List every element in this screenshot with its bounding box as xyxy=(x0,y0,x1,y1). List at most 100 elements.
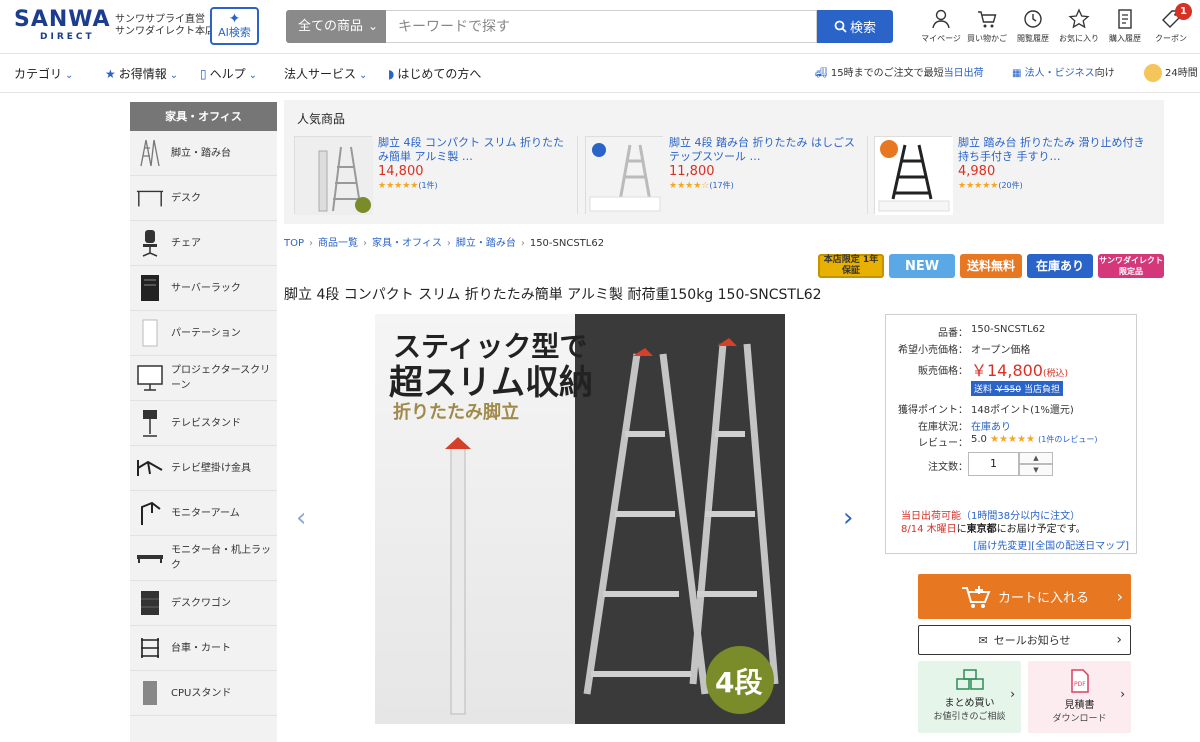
sidebar-item-label: プロジェクタースクリーン xyxy=(171,365,271,391)
favorites-link[interactable]: お気に入り xyxy=(1056,8,1102,44)
review-score: 5.0 xyxy=(971,434,987,445)
review-count-link[interactable]: (1件のレビュー) xyxy=(1038,435,1097,444)
sidebar-item-tv-stand[interactable]: テレビスタンド xyxy=(130,401,277,446)
breadcrumb-separator: › xyxy=(446,238,451,249)
sidebar-item-label: モニターアーム xyxy=(171,507,240,519)
image-headline: 超スリム収納 xyxy=(389,363,593,403)
popular-product-card[interactable]: 脚立 踏み台 折りたたみ 滑り止め付き持ち手付き 手すり… 4,980 ★★★★… xyxy=(874,136,1154,215)
sidebar-item-server-rack[interactable]: サーバーラック xyxy=(130,266,277,311)
sidebar-item-cpu-stand[interactable]: CPUスタンド xyxy=(130,671,277,716)
sidebar-item-desk[interactable]: デスク xyxy=(130,176,277,221)
support-hours[interactable]: 24時間 xyxy=(1144,55,1198,93)
sidebar-item-label: デスク xyxy=(171,192,201,204)
chevron-right-icon: › xyxy=(1116,587,1123,606)
sidebar-item-label: 脚立・踏み台 xyxy=(171,147,231,159)
nav-business[interactable]: 法人サービス ⌄ xyxy=(284,55,367,93)
delivery-date: 8/14 木曜日 xyxy=(901,524,957,535)
delivery-map-link[interactable]: [全国の配送日マップ] xyxy=(1031,541,1129,552)
nav-category[interactable]: カテゴリ ⌄ xyxy=(14,55,73,93)
breadcrumb-link[interactable]: TOP xyxy=(284,238,304,249)
quantity-up-button[interactable]: ▲ xyxy=(1019,452,1053,464)
sidebar-item-projector-screen[interactable]: プロジェクタースクリーン xyxy=(130,356,277,401)
delivery-links: [届け先変更][全国の配送日マップ] xyxy=(973,537,1129,552)
free-shipping-badge: 送料無料 xyxy=(960,254,1022,278)
history-link[interactable]: 閲覧履歴 xyxy=(1010,8,1056,44)
review-count[interactable]: (20件) xyxy=(998,181,1022,190)
bulk-purchase-button[interactable]: まとめ買い お値引きのご相談 › xyxy=(918,661,1021,733)
review-stars: ★★★★★ xyxy=(990,434,1035,445)
breadcrumb-separator: › xyxy=(309,238,314,249)
server-rack-thumb xyxy=(136,273,164,303)
quote-download-button[interactable]: PDF 見積書 ダウンロード › xyxy=(1028,661,1131,733)
chevron-down-icon: ⌄ xyxy=(65,70,74,81)
product-badges: 本店限定 1年保証 NEW 送料無料 在庫あり サンワダイレクト 限定品 xyxy=(818,254,1164,278)
product-thumbnail[interactable] xyxy=(585,136,664,215)
popular-product-card[interactable]: 脚立 4段 コンパクト スリム 折りたたみ簡単 アルミ製 … 14,800 ★★… xyxy=(294,136,574,215)
ai-search-button[interactable]: ✦ AI検索 xyxy=(210,7,259,45)
image-headline: スティック型で xyxy=(393,330,587,363)
breadcrumb-link[interactable]: 脚立・踏み台 xyxy=(456,238,516,249)
popular-product-card[interactable]: 脚立 4段 踏み台 折りたたみ はしごステップスツール … 11,800 ★★★… xyxy=(585,136,865,215)
shipping-notice[interactable]: 🚚︎ 15時までのご注文で最短当日出荷 xyxy=(815,55,984,93)
search-input[interactable] xyxy=(386,10,817,43)
monitor-arm-thumb xyxy=(136,498,164,528)
coupon-link[interactable]: クーポン 1 xyxy=(1148,3,1194,44)
search-category-select[interactable]: 全ての商品 ⌄ xyxy=(286,10,386,43)
prev-image-arrow[interactable]: ‹ xyxy=(296,503,306,533)
sidebar-item-cart[interactable]: 台車・カート xyxy=(130,626,277,671)
site-logo[interactable]: SANWA DIRECT xyxy=(10,8,110,43)
sidebar-item-chair[interactable]: チェア xyxy=(130,221,277,266)
purchase-history-link[interactable]: 購入履歴 xyxy=(1102,8,1148,44)
product-main-image[interactable]: スティック型で 超スリム収納 折りたたみ脚立 4段 xyxy=(375,314,785,724)
nav-help[interactable]: ▯ ヘルプ ⌄ xyxy=(200,55,257,93)
search-button[interactable]: 検索 xyxy=(817,10,893,43)
sidebar-item-label: チェア xyxy=(171,237,201,249)
chair-thumb xyxy=(136,228,164,258)
nav-beginners[interactable]: ◗ はじめての方へ xyxy=(388,55,481,93)
svg-text:PDF: PDF xyxy=(1074,681,1086,688)
product-name-link[interactable]: 脚立 4段 コンパクト スリム 折りたたみ簡単 アルミ製 … xyxy=(378,136,568,164)
review-count[interactable]: (17件) xyxy=(709,181,733,190)
sidebar-item-tv-wall-mount[interactable]: テレビ壁掛け金具 xyxy=(130,446,277,491)
product-thumbnail[interactable] xyxy=(874,136,953,215)
review-count[interactable]: (1件) xyxy=(418,181,437,190)
cart-thumb xyxy=(136,633,164,663)
quantity-down-button[interactable]: ▼ xyxy=(1019,464,1053,476)
category-sidebar: 家具・オフィス 脚立・踏み台 デスク チェア サーバーラック パーテーション プ… xyxy=(130,102,277,742)
nav-business-label: 法人サービス xyxy=(284,67,357,81)
product-rating: ★★★★★(1件) xyxy=(378,180,438,191)
in-stock-badge: 在庫あり xyxy=(1027,254,1093,278)
change-destination-link[interactable]: [届け先変更] xyxy=(973,541,1031,552)
sidebar-item-label: デスクワゴン xyxy=(171,597,231,609)
nav-beginners-label: はじめての方へ xyxy=(397,67,482,81)
cart-link[interactable]: 買い物かご xyxy=(964,8,1010,44)
cart-label: 買い物かご xyxy=(967,34,1007,43)
breadcrumb-link[interactable]: 家具・オフィス xyxy=(372,238,442,249)
sidebar-item-partition[interactable]: パーテーション xyxy=(130,311,277,356)
sale-notify-button[interactable]: ✉︎ セールお知らせ › xyxy=(918,625,1131,655)
price-tax: (税込) xyxy=(1043,369,1069,379)
sidebar-item-ladder[interactable]: 脚立・踏み台 xyxy=(130,131,277,176)
product-name-link[interactable]: 脚立 4段 踏み台 折りたたみ はしごステップスツール … xyxy=(669,136,859,164)
rating-stars: ★★★★☆ xyxy=(669,181,710,191)
business-link[interactable]: ▦ 法人・ビジネス向け xyxy=(1012,55,1115,93)
sidebar-item-desk-wagon[interactable]: デスクワゴン xyxy=(130,581,277,626)
next-image-arrow[interactable]: › xyxy=(843,503,853,533)
mypage-link[interactable]: マイページ xyxy=(918,8,964,44)
search-button-label: 検索 xyxy=(849,21,876,36)
product-name-link[interactable]: 脚立 踏み台 折りたたみ 滑り止め付き持ち手付き 手すり… xyxy=(958,136,1148,164)
delivery-place[interactable]: 東京都 xyxy=(967,524,997,535)
add-to-cart-button[interactable]: カートに入れる › xyxy=(918,574,1131,619)
breadcrumb: TOP › 商品一覧 › 家具・オフィス › 脚立・踏み台 › 150-SNCSTL62 xyxy=(284,234,604,249)
product-thumbnail[interactable] xyxy=(294,136,373,215)
sidebar-item-monitor-arm[interactable]: モニターアーム xyxy=(130,491,277,536)
nav-deals[interactable]: ★ お得情報 ⌄ xyxy=(105,55,178,93)
add-to-cart-label: カートに入れる xyxy=(997,591,1089,606)
sale-notify-label: セールお知らせ xyxy=(993,634,1071,647)
purchase-history-label: 購入履歴 xyxy=(1109,34,1141,43)
breadcrumb-link[interactable]: 商品一覧 xyxy=(318,238,358,249)
sidebar-item-monitor-riser[interactable]: モニター台・机上ラック xyxy=(130,536,277,581)
quantity-input[interactable]: 1 xyxy=(968,452,1019,476)
sidebar-item-label: テレビスタンド xyxy=(171,417,241,429)
truck-icon: 🚚︎ xyxy=(815,68,828,79)
